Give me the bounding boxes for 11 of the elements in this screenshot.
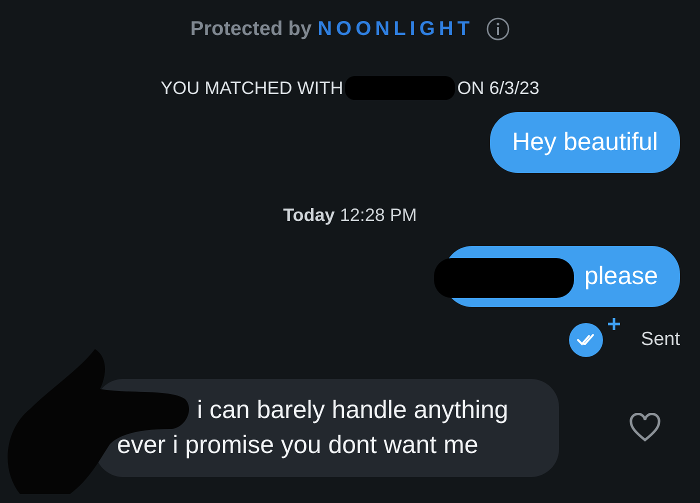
message-bubble: Hey beautiful (490, 112, 680, 173)
brand-logo: NOONLIGHT (318, 18, 474, 40)
double-check-icon (568, 323, 603, 357)
info-icon[interactable] (486, 17, 510, 41)
heart-icon[interactable] (629, 413, 661, 443)
protected-by-label: Protected by (190, 18, 312, 40)
plus-icon[interactable] (606, 317, 621, 331)
match-date: ON 6/3/23 (457, 78, 540, 98)
match-notice: YOU MATCHED WITH (160, 78, 344, 98)
message-status: Sent (640, 329, 680, 351)
timestamp: Today 12:28 PM (283, 205, 417, 225)
